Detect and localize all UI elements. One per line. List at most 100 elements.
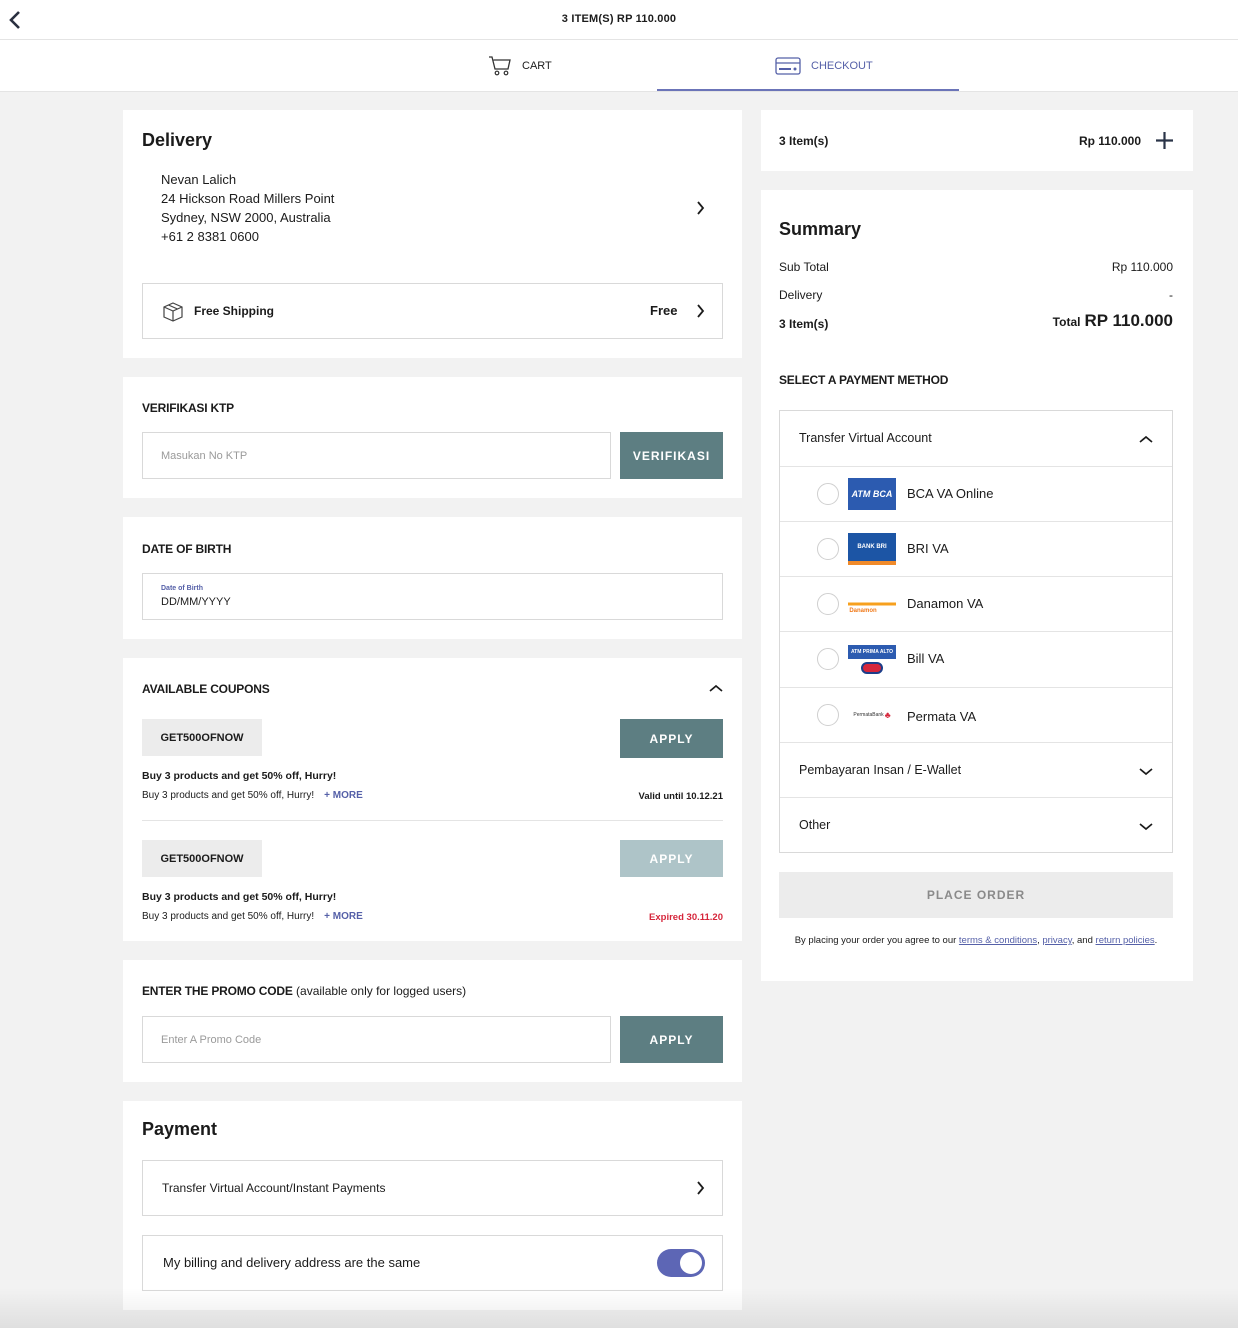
payment-title: Payment	[142, 1119, 218, 1139]
coupon-1-headline: Buy 3 products and get 50% off, Hurry!	[142, 770, 337, 782]
toggle-knob	[680, 1252, 702, 1274]
permata-logo: PermataBank ♣	[848, 699, 896, 731]
coupon-1-more-link[interactable]: + MORE	[324, 790, 363, 801]
va-option-bill[interactable]: ATM PRIMA ALTO Bill VA	[780, 632, 1172, 687]
address-line-1: 24 Hickson Road Millers Point	[161, 191, 335, 206]
tab-cart[interactable]: CART	[488, 40, 552, 92]
dob-field-label: Date of Birth	[161, 585, 203, 592]
billing-same-row: My billing and delivery address are the …	[142, 1235, 723, 1291]
coupon-2-validity: Expired 30.11.20	[649, 912, 723, 923]
items-count: 3 Item(s)	[779, 134, 829, 148]
promo-input-wrap	[142, 1016, 611, 1063]
edit-address-chevron[interactable]	[692, 200, 708, 216]
promo-title-note: (available only for logged users)	[296, 984, 467, 998]
ktp-input[interactable]	[143, 433, 610, 478]
coupon-1-validity: Valid until 10.12.21	[638, 791, 723, 802]
summary-items-count: 3 Item(s)	[779, 317, 829, 331]
place-order-button[interactable]: PLACE ORDER	[779, 872, 1173, 918]
ktp-card: VERIFIKASI KTP VERIFIKASI	[123, 377, 742, 498]
delivery-title: Delivery	[142, 130, 213, 150]
promo-title-bold: ENTER THE PROMO CODE	[142, 984, 293, 998]
dob-field[interactable]: Date of Birth DD/MM/YYYY	[142, 573, 723, 620]
coupon-2-headline: Buy 3 products and get 50% off, Hurry!	[142, 891, 337, 903]
radio-bri[interactable]	[817, 538, 839, 560]
and-text: , and	[1071, 935, 1093, 946]
atm-prima-alto-logo: ATM PRIMA ALTO	[848, 641, 896, 677]
checkout-tabs: CART CHECKOUT	[0, 40, 1238, 92]
chevron-right-icon	[697, 304, 705, 318]
chevron-right-icon	[697, 1181, 705, 1195]
tab-checkout[interactable]: CHECKOUT	[775, 40, 873, 92]
bri-logo: BANK BRI	[848, 533, 896, 565]
subtotal-label: Sub Total	[779, 260, 829, 274]
chevron-down-icon	[1139, 823, 1153, 831]
coupon-2-desc-text: Buy 3 products and get 50% off, Hurry!	[142, 911, 315, 922]
ktp-title: VERIFIKASI KTP	[142, 401, 234, 415]
group-transfer-va[interactable]: Transfer Virtual Account	[780, 411, 1172, 466]
chevron-up-icon	[1139, 435, 1153, 443]
payment-method-selector[interactable]: Transfer Virtual Account/Instant Payment…	[142, 1160, 723, 1216]
return-policies-link[interactable]: return policies	[1096, 935, 1155, 946]
chevron-right-icon	[696, 201, 704, 215]
bca-logo-text: ATM BCA	[851, 488, 893, 499]
bca-label: BCA VA Online	[907, 486, 994, 501]
payment-methods-list: Transfer Virtual Account ATM BCA BCA VA …	[779, 410, 1173, 853]
summary-title: Summary	[779, 219, 862, 239]
shipping-option[interactable]: Free Shipping Free	[142, 283, 723, 339]
group-ewallet[interactable]: Pembayaran Insan / E-Wallet	[780, 743, 1172, 798]
apply-promo-button[interactable]: APPLY	[620, 1016, 723, 1063]
permata-logo-text: PermataBank	[853, 712, 884, 718]
va-option-permata[interactable]: PermataBank ♣ Permata VA	[780, 688, 1172, 743]
apply-coupon-2-button[interactable]: APPLY	[620, 840, 723, 877]
active-tab-indicator	[657, 89, 959, 91]
package-icon	[163, 302, 183, 322]
coupon-2-more-link[interactable]: + MORE	[324, 911, 363, 922]
coupon-1-description: Buy 3 products and get 50% off, Hurry! + …	[142, 790, 363, 801]
verify-ktp-button[interactable]: VERIFIKASI	[620, 432, 723, 479]
va-option-danamon[interactable]: Danamon Danamon VA	[780, 577, 1172, 632]
bill-logo-text: ATM PRIMA ALTO	[850, 648, 894, 655]
permata-leaf-icon: ♣	[884, 710, 891, 720]
va-option-bri[interactable]: BANK BRI BRI VA	[780, 522, 1172, 577]
radio-danamon[interactable]	[817, 593, 839, 615]
dob-field-value: DD/MM/YYYY	[161, 596, 231, 608]
coupon-divider	[142, 820, 723, 821]
chevron-up-icon	[709, 684, 723, 692]
va-option-bca[interactable]: ATM BCA BCA VA Online	[780, 467, 1172, 522]
total-value: RP 110.000	[1084, 311, 1173, 330]
credit-card-icon	[775, 57, 801, 75]
privacy-link[interactable]: privacy	[1042, 935, 1071, 946]
prima-strip: ATM PRIMA ALTO	[848, 644, 896, 659]
billing-same-toggle[interactable]	[657, 1249, 705, 1277]
promo-title: ENTER THE PROMO CODE (available only for…	[142, 984, 466, 998]
bri-logo-text: BANK BRI	[857, 544, 887, 550]
plus-icon[interactable]	[1155, 131, 1174, 150]
top-bar: 3 ITEM(S) RP 110.000	[0, 0, 1238, 40]
delivery-address[interactable]: Nevan Lalich 24 Hickson Road Millers Poi…	[161, 170, 334, 246]
radio-bca[interactable]	[817, 483, 839, 505]
delivery-label: Delivery	[779, 288, 823, 302]
ktp-input-wrap	[142, 432, 611, 479]
recipient-name: Nevan Lalich	[161, 172, 237, 187]
bri-label: BRI VA	[907, 541, 949, 556]
order-summary-title: 3 ITEM(S) RP 110.000	[561, 13, 677, 25]
tab-cart-label: CART	[522, 60, 552, 72]
subtotal-value: Rp 110.000	[1111, 260, 1173, 274]
collapse-coupons-button[interactable]	[708, 680, 724, 696]
group-other-label: Other	[799, 818, 831, 832]
delivery-value: -	[1169, 288, 1173, 302]
promo-input[interactable]	[143, 1017, 610, 1062]
period: .	[1154, 935, 1158, 946]
tab-checkout-label: CHECKOUT	[811, 60, 873, 72]
radio-permata[interactable]	[817, 704, 839, 726]
group-other[interactable]: Other	[780, 798, 1172, 853]
chevron-down-icon	[1139, 768, 1153, 776]
apply-coupon-1-button[interactable]: APPLY	[620, 719, 723, 758]
radio-bill[interactable]	[817, 648, 839, 670]
address-line-2: Sydney, NSW 2000, Australia	[161, 210, 331, 225]
terms-link[interactable]: terms & conditions	[959, 935, 1037, 946]
dob-card: DATE OF BIRTH Date of Birth DD/MM/YYYY	[123, 517, 742, 639]
payment-card: Payment Transfer Virtual Account/Instant…	[123, 1101, 742, 1310]
danamon-logo: Danamon	[848, 588, 896, 620]
delivery-card: Delivery Nevan Lalich 24 Hickson Road Mi…	[123, 110, 742, 358]
